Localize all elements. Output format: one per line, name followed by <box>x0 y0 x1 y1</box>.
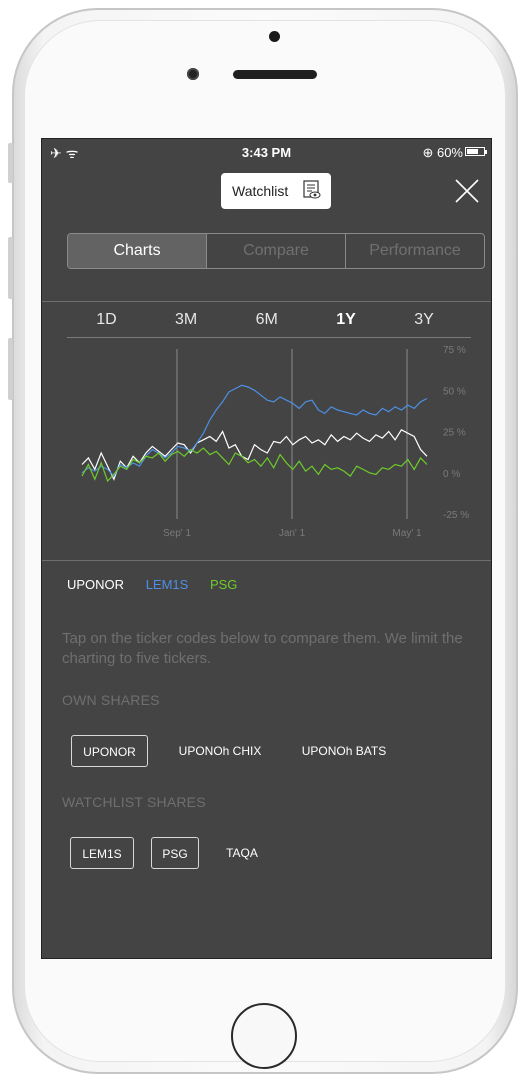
home-button[interactable] <box>231 1003 297 1069</box>
ticker-chip-uponoh-bats[interactable]: UPONOh BATS <box>292 735 396 767</box>
range-1d[interactable]: 1D <box>96 311 116 337</box>
divider <box>42 560 491 561</box>
range-selector: 1D 3M 6M 1Y 3Y <box>67 311 463 337</box>
earpiece-speaker <box>233 70 317 79</box>
range-6m[interactable]: 6M <box>256 311 278 337</box>
close-icon[interactable] <box>453 177 481 205</box>
tab-charts[interactable]: Charts <box>68 234 207 268</box>
battery-icon <box>465 147 487 156</box>
range-underline <box>67 337 471 338</box>
legend-psg: PSG <box>209 577 238 592</box>
view-segmented-control: Charts Compare Performance <box>67 233 485 269</box>
tab-compare[interactable]: Compare <box>207 234 346 268</box>
tab-performance[interactable]: Performance <box>346 234 484 268</box>
legend-uponor: UPONOR <box>67 577 125 592</box>
ticker-chip-taqa[interactable]: TAQA <box>212 837 272 869</box>
chart-legend: UPONOR LEM1S PSG <box>67 577 255 592</box>
mute-switch <box>8 143 13 183</box>
watchlist-button[interactable]: Watchlist <box>221 173 331 209</box>
watchlist-shares-heading: WATCHLIST SHARES <box>62 794 206 810</box>
x-tick-label: May' 1 <box>392 528 422 539</box>
ticker-chip-lem1s[interactable]: LEM1S <box>70 837 134 869</box>
app-screen: ✈ ᯤ 3:43 PM ⊕ 60% Watchlist Charts Compa… <box>41 138 492 959</box>
status-bar: ✈ ᯤ 3:43 PM ⊕ 60% <box>42 139 491 165</box>
orientation-lock-icon: ⊕ <box>422 145 434 160</box>
ticker-chip-uponor[interactable]: UPONOR <box>71 735 148 767</box>
range-3m[interactable]: 3M <box>175 311 197 337</box>
own-shares-heading: OWN SHARES <box>62 692 160 708</box>
x-tick-label: Jan' 1 <box>279 528 306 539</box>
ticker-chip-psg[interactable]: PSG <box>151 837 199 869</box>
front-camera <box>187 68 199 80</box>
volume-down-button <box>8 338 13 400</box>
divider <box>42 301 491 302</box>
watchlist-label: Watchlist <box>232 183 289 199</box>
y-tick-label: 0 % <box>443 469 460 480</box>
y-tick-label: -25 % <box>443 510 469 521</box>
y-tick-label: 50 % <box>443 386 466 397</box>
y-tick-label: 75 % <box>443 345 466 356</box>
x-tick-label: Sep' 1 <box>163 528 191 539</box>
y-tick-label: 25 % <box>443 428 466 439</box>
range-1y[interactable]: 1Y <box>336 311 356 337</box>
ticker-chip-uponoh-chix[interactable]: UPONOh CHIX <box>168 735 272 767</box>
battery-percent: ⊕ 60% <box>422 145 463 160</box>
range-3y[interactable]: 3Y <box>414 311 434 337</box>
series-line-lem1s <box>81 384 428 478</box>
watchlist-eye-icon <box>303 180 321 199</box>
compare-instructions: Tap on the ticker codes below to compare… <box>62 630 463 667</box>
legend-lem1s: LEM1S <box>145 577 189 592</box>
volume-up-button <box>8 237 13 299</box>
series-line-uponor <box>81 429 428 481</box>
proximity-sensor <box>269 31 280 42</box>
series-line-psg <box>81 447 428 483</box>
price-chart: Sep' 1 Jan' 1 May' 1 75 % 50 % 25 % 0 % -25 % <box>81 345 469 539</box>
